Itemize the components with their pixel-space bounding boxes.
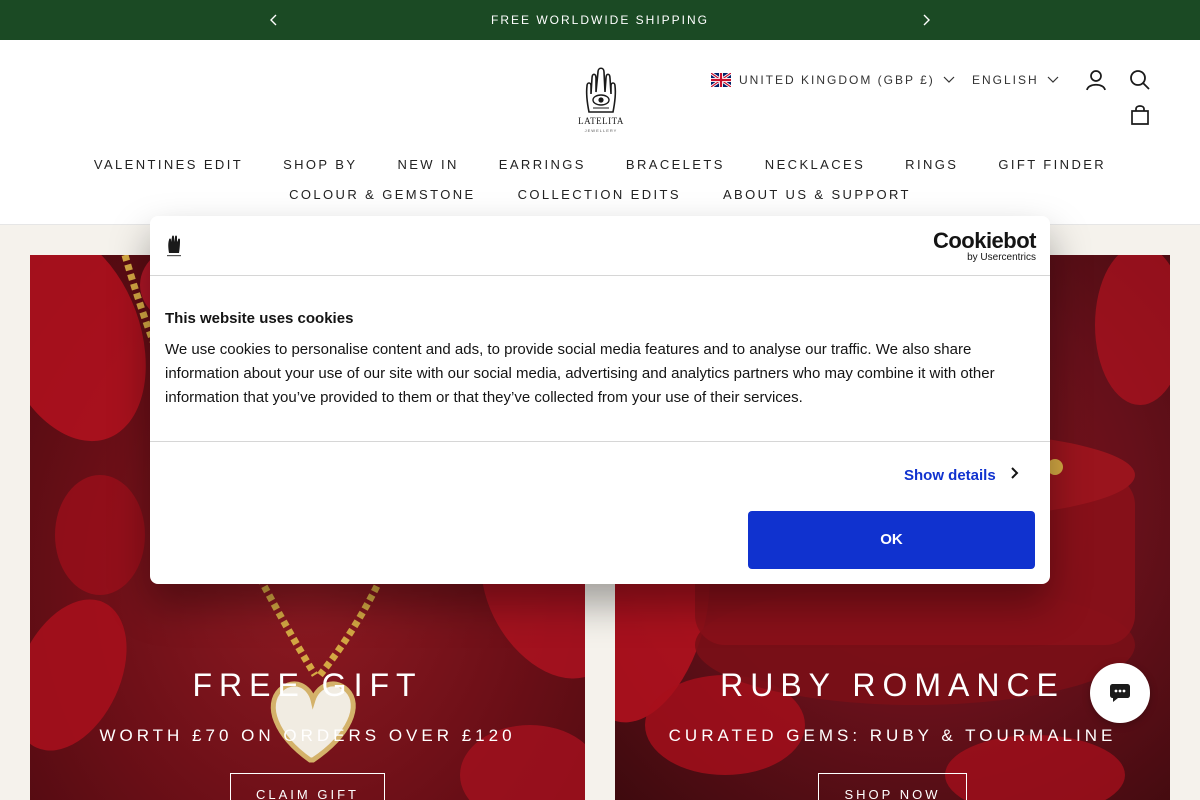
nav-item-about-support[interactable]: ABOUT US & SUPPORT [723, 187, 911, 202]
show-details-label: Show details [904, 466, 996, 484]
nav-item-collection-edits[interactable]: COLLECTION EDITS [518, 187, 681, 202]
chevron-down-icon [1047, 73, 1059, 87]
chevron-right-icon[interactable] [916, 10, 936, 30]
language-selector[interactable]: ENGLISH [972, 73, 1059, 87]
cookiebot-logo: Cookiebot by Usercentrics [932, 228, 1037, 264]
country-label: UNITED KINGDOM (GBP £) [739, 73, 935, 87]
nav-item-valentines-edit[interactable]: VALENTINES EDIT [94, 157, 243, 172]
nav-item-shop-by[interactable]: SHOP BY [283, 157, 357, 172]
main-nav-primary: VALENTINES EDIT SHOP BY NEW IN EARRINGS … [0, 157, 1200, 172]
uk-flag-icon [710, 71, 732, 89]
chevron-right-icon [1010, 466, 1020, 484]
hero-heading: FREE GIFT [192, 667, 423, 703]
site-logo-icon [164, 233, 184, 259]
main-nav-secondary: COLOUR & GEMSTONE COLLECTION EDITS ABOUT… [0, 187, 1200, 202]
show-details-link[interactable]: Show details [904, 466, 1020, 484]
nav-item-earrings[interactable]: EARRINGS [499, 157, 586, 172]
cookie-title: This website uses cookies [165, 310, 354, 327]
shop-now-button[interactable]: SHOP NOW [818, 773, 967, 800]
brand-tagline: JEWELLERY [584, 128, 618, 133]
chat-launcher-button[interactable] [1090, 663, 1150, 723]
cookie-ok-button[interactable]: OK [748, 511, 1035, 569]
cookie-dialog-header: Cookiebot by Usercentrics [150, 216, 1050, 276]
nav-item-bracelets[interactable]: BRACELETS [626, 157, 725, 172]
account-icon[interactable] [1084, 68, 1108, 92]
hero-heading: RUBY ROMANCE [720, 667, 1065, 703]
brand-logo[interactable]: LATELITA JEWELLERY [574, 66, 628, 133]
site-header: LATELITA JEWELLERY UNITED KINGDOM (GBP £… [0, 40, 1200, 225]
language-label: ENGLISH [972, 73, 1039, 87]
announcement-bar: FREE WORLDWIDE SHIPPING [0, 0, 1200, 40]
nav-item-rings[interactable]: RINGS [905, 157, 958, 172]
chat-icon [1110, 684, 1130, 702]
country-selector[interactable]: UNITED KINGDOM (GBP £) [710, 71, 955, 89]
nav-item-colour-gemstone[interactable]: COLOUR & GEMSTONE [289, 187, 475, 202]
cookie-divider [150, 441, 1050, 442]
hamsa-icon [585, 67, 617, 113]
hero-subheading: WORTH £70 ON ORDERS OVER £120 [99, 726, 516, 745]
chevron-down-icon [943, 73, 955, 87]
nav-item-gift-finder[interactable]: GIFT FINDER [998, 157, 1106, 172]
search-icon[interactable] [1128, 68, 1152, 92]
nav-item-new-in[interactable]: NEW IN [397, 157, 458, 172]
cookiebot-by-line: by Usercentrics [967, 252, 1036, 263]
announcement-text: FREE WORLDWIDE SHIPPING [490, 13, 709, 27]
bag-icon[interactable] [1128, 103, 1152, 127]
brand-name: LATELITA [578, 116, 624, 126]
hero-subheading: CURATED GEMS: RUBY & TOURMALINE [668, 726, 1117, 745]
cookiebot-wordmark: Cookiebot [932, 228, 1037, 253]
cookie-consent-dialog: Cookiebot by Usercentrics This website u… [150, 216, 1050, 584]
claim-gift-button[interactable]: CLAIM GIFT [230, 773, 385, 800]
cookie-body-text: We use cookies to personalise content an… [165, 341, 995, 406]
nav-item-necklaces[interactable]: NECKLACES [765, 157, 865, 172]
